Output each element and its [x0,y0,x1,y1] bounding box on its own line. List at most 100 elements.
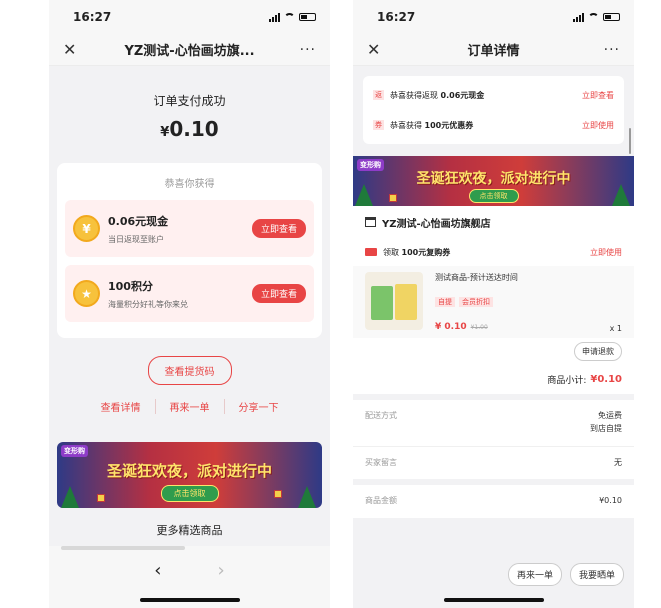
shop-row[interactable]: YZ测试-心怡画坊旗舰店 [353,206,634,238]
product-price: ¥ 0.10 ¥1.00 [435,322,622,332]
back-icon[interactable]: ‹ [154,560,161,581]
reward-card: 恭喜你获得 ¥ 0.06元现金 当日返现至账户 立即查看 ★ 100积分 海量积… [57,163,322,338]
banner-cta-button[interactable]: 点击领取 [160,485,219,502]
more-icon[interactable]: ··· [600,42,620,58]
delivery-card: 配送方式 免运费到店自提 买家留言 无 [353,400,634,480]
product-row[interactable]: 测试商品-预计送达时间 自提 会员折扣 ¥ 0.10 ¥1.00 x 1 [353,266,634,338]
post-review-button[interactable]: 我要晒单 [569,563,624,586]
star-coin-icon: ★ [73,280,100,307]
subtotal-value: ¥0.10 [590,373,622,385]
share-link[interactable]: 分享一下 [225,399,293,414]
battery-icon [299,13,316,21]
amount-value: 0.10 [169,117,219,141]
page-title: 订单详情 [467,44,520,59]
view-points-button[interactable]: 立即查看 [251,284,306,303]
delivery-method: 到店自提 [590,423,622,433]
order-detail-screen: 16:27 ✕ 订单详情 ··· 返 恭喜获得返现 0.06元现金 立即查看 券… [353,0,634,608]
total-card: 商品金额 ¥0.10 [353,485,634,519]
reward-item-points: ★ 100积分 海量积分好礼等你来兑 立即查看 [65,265,314,322]
nav-bar: ✕ 订单详情 ··· [353,34,634,66]
view-cash-button[interactable]: 立即查看 [251,219,306,238]
tree-decoration [298,486,316,508]
message-row: 买家留言 无 [353,445,634,480]
close-icon[interactable]: ✕ [63,40,83,59]
use-coupon-link[interactable]: 立即使用 [590,247,622,258]
banner-cta-button[interactable]: 点击领取 [468,189,519,203]
price-value: ¥ 0.10 [435,322,467,332]
status-time: 16:27 [73,10,112,24]
voucher-tag: 券 [373,120,384,130]
product-image [365,272,423,330]
subtotal-label: 商品小计: [547,375,587,386]
home-indicator [443,598,544,602]
payment-success-screen: 16:27 ✕ YZ测试-心怡画坊旗... ··· 订单支付成功 ¥0.10 恭… [49,0,330,608]
signal-icon [573,12,584,22]
gift-decoration [97,494,105,502]
reward-heading: 恭喜你获得 [164,179,215,190]
tree-decoration [61,486,79,508]
total-value: ¥0.10 [599,496,622,506]
more-icon[interactable]: ··· [296,42,316,58]
signal-icon [269,12,280,22]
order-again-button[interactable]: 再来一单 [507,563,562,586]
message-value: 无 [614,457,622,467]
gift-decoration [389,194,397,202]
delivery-fee: 免运费 [598,411,622,420]
battery-icon [603,13,620,21]
coupon-row-cashback: 返 恭喜获得返现 0.06元现金 立即查看 [363,80,624,110]
view-pickup-code-button[interactable]: 查看提货码 [147,356,232,385]
original-price: ¥1.00 [470,324,488,331]
more-products-title: 更多精选商品 [156,524,223,537]
product-tag: 自提 [435,297,455,307]
banner-tag: 变形购 [61,445,88,457]
coupon-prefix: 恭喜获得 [390,120,425,130]
reward-subtitle: 当日返现至账户 [108,234,164,244]
product-list-peek [61,546,185,550]
product-quantity: x 1 [609,324,622,333]
gift-decoration [274,490,282,498]
home-indicator [139,598,240,602]
coupon-value: 100元复购券 [401,247,451,257]
shop-icon [365,217,376,227]
request-refund-button[interactable]: 申请退款 [574,341,622,361]
payment-status: 订单支付成功 [153,94,226,108]
order-card: YZ测试-心怡画坊旗舰店 领取 100元复购券 立即使用 测试商品-预计送达时间… [353,206,634,394]
view-details-link[interactable]: 查看详情 [87,399,156,414]
bottom-action-bar: 再来一单 我要晒单 [507,563,624,586]
shop-name: YZ测试-心怡画坊旗舰店 [382,218,491,230]
coupon-prefix: 领取 [383,247,402,257]
product-name: 测试商品-预计送达时间 [435,273,518,282]
reward-coupon-card: 返 恭喜获得返现 0.06元现金 立即查看 券 恭喜获得 100元优惠券 立即使… [363,76,624,144]
use-voucher-link[interactable]: 立即使用 [582,120,614,131]
reward-item-cash: ¥ 0.06元现金 当日返现至账户 立即查看 [65,200,314,257]
wifi-icon [588,13,599,21]
browser-bottom-nav: ‹ › [49,546,330,608]
order-again-link[interactable]: 再来一单 [156,399,225,414]
system-icons [573,12,620,22]
coin-icon: ¥ [73,215,100,242]
delivery-row: 配送方式 免运费到店自提 [353,400,634,446]
status-time: 16:27 [377,10,416,24]
banner-slogan: 圣诞狂欢夜，派对进行中 [416,171,571,187]
scroll-indicator [629,128,631,154]
nav-bar: ✕ YZ测试-心怡画坊旗... ··· [49,34,330,66]
total-label: 商品金额 [365,496,397,506]
page-title: YZ测试-心怡画坊旗... [124,44,255,59]
promo-banner[interactable]: 变形购 圣诞狂欢夜，派对进行中 点击领取 [57,442,322,508]
promo-banner[interactable]: 变形购 圣诞狂欢夜，派对进行中 点击领取 [353,156,634,206]
reward-subtitle: 海量积分好礼等你来兑 [108,299,188,309]
ticket-icon [365,248,377,256]
coupon-value: 0.06元现金 [440,90,485,100]
reward-title: 0.06元现金 [108,214,169,228]
view-cashback-link[interactable]: 立即查看 [582,90,614,101]
currency-symbol: ¥ [160,125,170,140]
close-icon[interactable]: ✕ [367,40,387,59]
total-row: 商品金额 ¥0.10 [353,485,634,518]
action-links: 查看详情 再来一单 分享一下 [49,399,330,414]
wifi-icon [284,13,295,21]
cashback-tag: 返 [373,90,384,100]
forward-icon[interactable]: › [218,560,225,581]
shop-coupon-row: 领取 100元复购券 立即使用 [353,238,634,266]
delivery-label: 配送方式 [365,411,397,420]
product-tag: 会员折扣 [459,297,493,307]
